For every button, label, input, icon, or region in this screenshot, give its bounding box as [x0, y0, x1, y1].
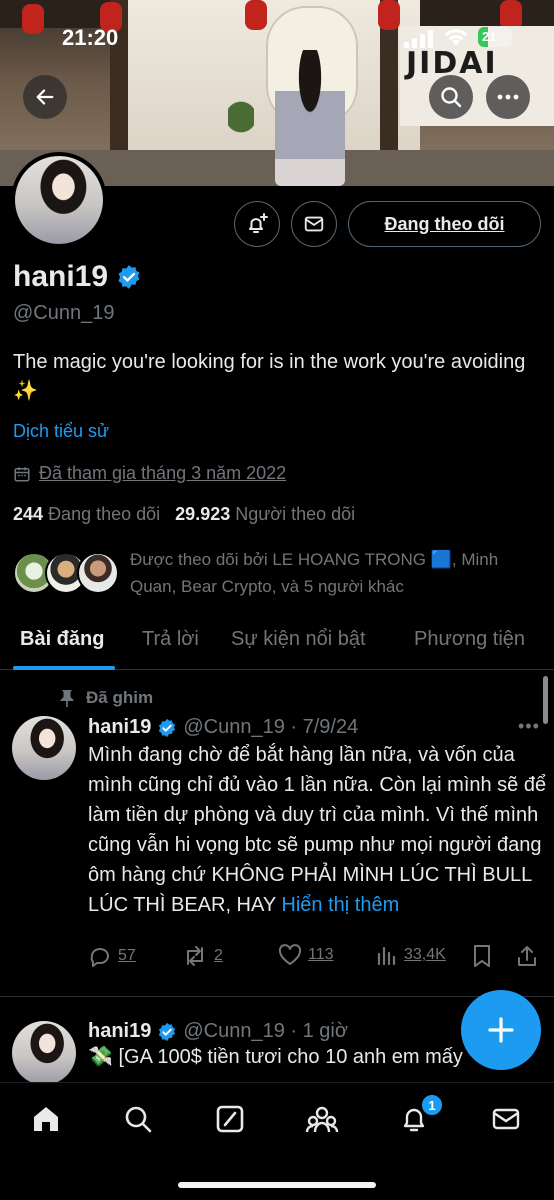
post-avatar[interactable]: [12, 716, 76, 780]
post-author-name[interactable]: hani19: [88, 1020, 151, 1043]
notifications-badge: 1: [421, 1094, 443, 1116]
grok-icon: [216, 1105, 244, 1133]
pinned-indicator: Đã ghim: [60, 688, 153, 708]
message-button[interactable]: [291, 201, 337, 247]
profile-handle: @Cunn_19: [13, 302, 115, 324]
scrollbar[interactable]: [543, 676, 548, 724]
wifi-icon: [444, 29, 468, 46]
battery-indicator: 21: [478, 27, 512, 47]
post-divider: [0, 996, 554, 997]
compose-plus-icon: [488, 1017, 514, 1043]
post-more-button[interactable]: •••: [518, 716, 540, 737]
post-text[interactable]: 💸 [GA 100$ tiền tươi cho 10 anh em mấy: [88, 1044, 528, 1069]
post-author-handle[interactable]: @Cunn_19: [183, 1020, 284, 1043]
compose-button[interactable]: [461, 990, 541, 1070]
messages-icon: [492, 1108, 520, 1130]
home-indicator[interactable]: [178, 1182, 376, 1188]
home-icon: [34, 1107, 58, 1131]
more-icon: [497, 94, 519, 100]
explore-icon: [125, 1106, 152, 1133]
back-icon: [36, 89, 54, 105]
post-author-name[interactable]: hani19: [88, 716, 151, 739]
display-name-text: hani19: [13, 260, 109, 293]
followers-link[interactable]: 29.923 Người theo dõi: [175, 504, 355, 524]
profile-avatar[interactable]: [11, 152, 107, 248]
back-button[interactable]: [23, 75, 67, 119]
post-timestamp[interactable]: 7/9/24: [303, 716, 359, 739]
nav-grok[interactable]: [212, 1101, 248, 1137]
nav-communities[interactable]: [304, 1101, 340, 1137]
share-button[interactable]: [516, 944, 538, 968]
cellular-signal-icon: [404, 30, 433, 48]
post-actions: 57 2 113 33,4K: [88, 944, 543, 972]
post-header: hani19 @Cunn_19 · 7/9/24: [88, 716, 359, 739]
tab-posts[interactable]: Bài đăng: [20, 628, 104, 651]
more-options-button[interactable]: [486, 75, 530, 119]
views-icon: [377, 946, 396, 966]
profile-display-name: hani19: [13, 260, 142, 294]
translate-bio-link[interactable]: Dịch tiểu sử: [13, 421, 109, 442]
share-icon: [518, 946, 536, 966]
profile-bio: The magic you're looking for is in the w…: [13, 351, 526, 402]
views-button[interactable]: 33,4K: [376, 944, 446, 966]
search-icon: [441, 87, 462, 108]
nav-home[interactable]: [28, 1101, 64, 1137]
status-bar: 21:20 21: [0, 18, 554, 54]
post-header: hani19 @Cunn_19 · 1 giờ: [88, 1020, 348, 1043]
repost-button[interactable]: 2: [182, 944, 223, 968]
post-text[interactable]: Mình đang chờ để bắt hàng lần nữa, và vố…: [88, 740, 548, 920]
join-date: Đã tham gia tháng 3 năm 2022: [13, 463, 286, 484]
notifications-toggle-button[interactable]: [234, 201, 280, 247]
join-date-text: Đã tham gia tháng 3 năm 2022: [39, 463, 287, 483]
post-timestamp[interactable]: 1 giờ: [303, 1020, 348, 1043]
active-tab-indicator: [13, 666, 115, 670]
profile-tabs: Bài đăng Trả lời Sự kiện nổi bật Phương …: [0, 614, 554, 670]
nav-messages[interactable]: [488, 1101, 524, 1137]
following-link[interactable]: 244 Đang theo dõi: [13, 504, 160, 524]
post-body: Mình đang chờ để bắt hàng lần nữa, và vố…: [88, 744, 547, 916]
search-button[interactable]: [429, 75, 473, 119]
follower-avatar-3: [77, 552, 119, 594]
tab-media[interactable]: Phương tiện: [414, 628, 525, 651]
following-button[interactable]: Đang theo dõi: [348, 201, 541, 247]
reply-button[interactable]: 57: [88, 944, 136, 968]
status-time: 21:20: [62, 25, 119, 50]
pin-icon: [60, 690, 74, 707]
repost-icon: [187, 946, 203, 966]
post-avatar[interactable]: [12, 1021, 76, 1085]
like-icon: [278, 944, 302, 965]
post-author-handle[interactable]: @Cunn_19: [183, 716, 284, 739]
bookmark-icon: [474, 945, 490, 967]
bookmark-button[interactable]: [472, 944, 492, 968]
calendar-icon: [14, 466, 30, 481]
mail-icon: [304, 216, 324, 232]
verified-icon: [159, 718, 176, 737]
followed-by-text[interactable]: Được theo dõi bởi LE HOANG TRONG 🟦, Minh…: [130, 546, 545, 600]
communities-icon: [305, 1106, 339, 1133]
tab-highlights[interactable]: Sự kiện nổi bật: [231, 628, 366, 651]
verified-icon: [118, 265, 140, 289]
reply-icon: [90, 948, 109, 967]
verified-icon: [159, 1022, 176, 1041]
notify-plus-icon: [249, 213, 268, 233]
tab-replies[interactable]: Trả lời: [142, 628, 199, 651]
like-button[interactable]: 113: [278, 944, 334, 966]
nav-explore[interactable]: [120, 1101, 156, 1137]
follow-stats: 244 Đang theo dõi 29.923 Người theo dõi: [13, 504, 355, 525]
show-more-link[interactable]: Hiển thị thêm: [281, 894, 399, 916]
